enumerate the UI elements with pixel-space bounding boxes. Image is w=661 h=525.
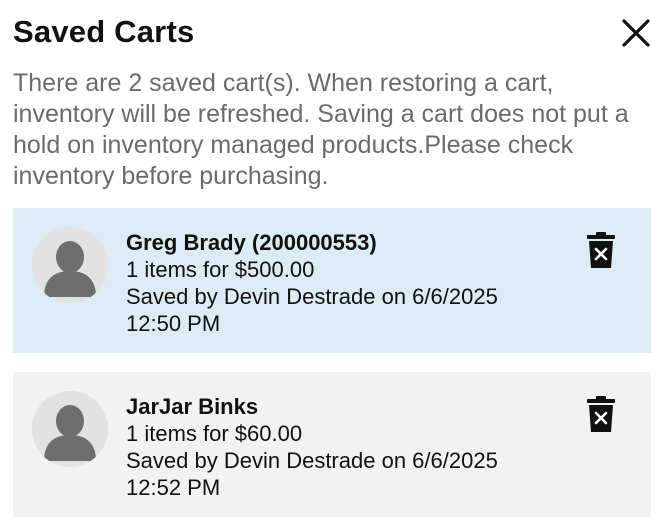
saved-cart-item[interactable]: JarJar Binks 1 items for $60.00 Saved by… [13, 372, 651, 517]
saved-carts-info-text: There are 2 saved cart(s). When restorin… [13, 69, 629, 190]
cart-saved-time: 12:52 PM [126, 475, 221, 500]
cart-saved-by: Saved by Devin Destrade on 6/6/2025 [126, 448, 498, 473]
cart-customer-name: Greg Brady (200000553) [126, 230, 377, 255]
user-silhouette-icon [32, 391, 108, 467]
avatar [32, 391, 108, 467]
cart-saved-by: Saved by Devin Destrade on 6/6/2025 [126, 284, 498, 309]
saved-cart-item[interactable]: Greg Brady (200000553) 1 items for $500.… [13, 208, 651, 353]
cart-customer-name: JarJar Binks [126, 394, 259, 419]
cart-details: Greg Brady (200000553) 1 items for $500.… [126, 229, 498, 337]
cart-items-summary: 1 items for $60.00 [126, 421, 303, 446]
cart-saved-time: 12:50 PM [126, 311, 221, 336]
saved-carts-dialog: Saved Carts There are 2 saved cart(s). W… [0, 0, 661, 525]
trash-delete-icon [587, 396, 615, 432]
dialog-title: Saved Carts [13, 14, 195, 49]
cart-details: JarJar Binks 1 items for $60.00 Saved by… [126, 393, 498, 501]
close-icon [622, 19, 650, 47]
trash-delete-icon [587, 232, 615, 268]
delete-cart-button[interactable] [587, 396, 615, 432]
avatar [32, 227, 108, 303]
cart-items-summary: 1 items for $500.00 [126, 257, 315, 282]
delete-cart-button[interactable] [587, 232, 615, 268]
dialog-header: Saved Carts [13, 12, 653, 56]
close-button[interactable] [619, 16, 653, 50]
user-silhouette-icon [32, 227, 108, 303]
